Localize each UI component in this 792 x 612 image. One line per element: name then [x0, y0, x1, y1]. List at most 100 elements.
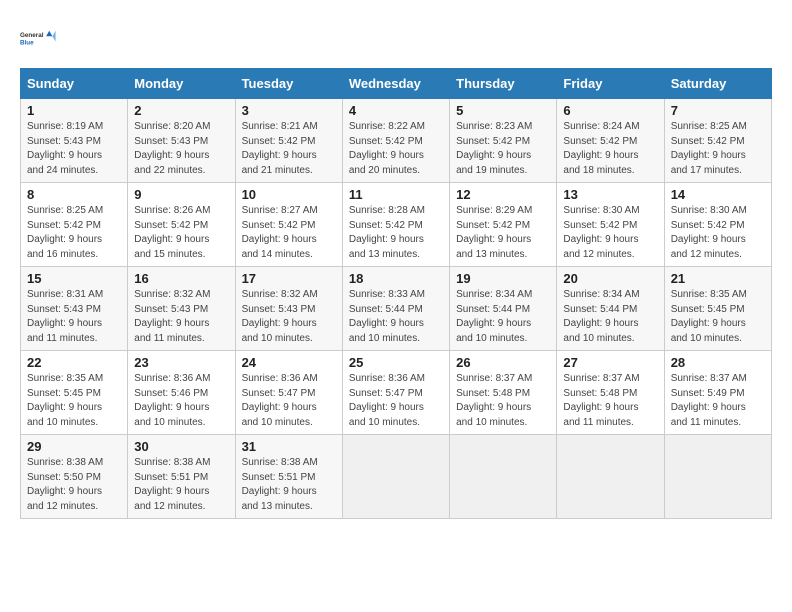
day-number: 2 [134, 103, 228, 118]
calendar-cell: 8 Sunrise: 8:25 AMSunset: 5:42 PMDaylight… [21, 183, 128, 267]
day-info: Sunrise: 8:30 AMSunset: 5:42 PMDaylight:… [563, 204, 657, 262]
day-info: Sunrise: 8:19 AMSunset: 5:43 PMDaylight:… [27, 120, 121, 178]
calendar-cell: 26 Sunrise: 8:37 AMSunset: 5:48 PMDayligh… [450, 351, 557, 435]
day-number: 10 [242, 187, 336, 202]
day-number: 26 [456, 355, 550, 370]
weekday-header-saturday: Saturday [664, 69, 771, 99]
calendar-cell: 24 Sunrise: 8:36 AMSunset: 5:47 PMDayligh… [235, 351, 342, 435]
calendar-cell: 5 Sunrise: 8:23 AMSunset: 5:42 PMDaylight… [450, 99, 557, 183]
day-number: 24 [242, 355, 336, 370]
day-number: 18 [349, 271, 443, 286]
day-number: 6 [563, 103, 657, 118]
calendar-cell: 25 Sunrise: 8:36 AMSunset: 5:47 PMDayligh… [342, 351, 449, 435]
day-info: Sunrise: 8:32 AMSunset: 5:43 PMDaylight:… [242, 288, 336, 346]
day-number: 30 [134, 439, 228, 454]
weekday-header-friday: Friday [557, 69, 664, 99]
calendar-cell: 31 Sunrise: 8:38 AMSunset: 5:51 PMDayligh… [235, 435, 342, 519]
calendar-cell [342, 435, 449, 519]
day-number: 14 [671, 187, 765, 202]
day-number: 22 [27, 355, 121, 370]
calendar-cell: 11 Sunrise: 8:28 AMSunset: 5:42 PMDayligh… [342, 183, 449, 267]
day-number: 28 [671, 355, 765, 370]
day-number: 17 [242, 271, 336, 286]
day-info: Sunrise: 8:38 AMSunset: 5:50 PMDaylight:… [27, 456, 121, 514]
svg-text:Blue: Blue [20, 39, 34, 46]
calendar-cell: 1Sunrise: 8:19 AMSunset: 5:43 PMDaylight… [21, 99, 128, 183]
day-info: Sunrise: 8:25 AMSunset: 5:42 PMDaylight:… [27, 204, 121, 262]
calendar-week-5: 29 Sunrise: 8:38 AMSunset: 5:50 PMDayligh… [21, 435, 772, 519]
day-number: 13 [563, 187, 657, 202]
svg-text:General: General [20, 32, 44, 39]
day-number: 8 [27, 187, 121, 202]
day-info: Sunrise: 8:24 AMSunset: 5:42 PMDaylight:… [563, 120, 657, 178]
calendar-cell [557, 435, 664, 519]
weekday-header-tuesday: Tuesday [235, 69, 342, 99]
day-number: 12 [456, 187, 550, 202]
day-info: Sunrise: 8:28 AMSunset: 5:42 PMDaylight:… [349, 204, 443, 262]
weekday-header-monday: Monday [128, 69, 235, 99]
day-info: Sunrise: 8:27 AMSunset: 5:42 PMDaylight:… [242, 204, 336, 262]
day-info: Sunrise: 8:30 AMSunset: 5:42 PMDaylight:… [671, 204, 765, 262]
calendar-cell [664, 435, 771, 519]
day-number: 20 [563, 271, 657, 286]
day-number: 9 [134, 187, 228, 202]
weekday-header-thursday: Thursday [450, 69, 557, 99]
calendar-cell: 9Sunrise: 8:26 AMSunset: 5:42 PMDaylight… [128, 183, 235, 267]
day-info: Sunrise: 8:23 AMSunset: 5:42 PMDaylight:… [456, 120, 550, 178]
calendar-cell: 14 Sunrise: 8:30 AMSunset: 5:42 PMDayligh… [664, 183, 771, 267]
day-info: Sunrise: 8:37 AMSunset: 5:48 PMDaylight:… [456, 372, 550, 430]
calendar-week-3: 15Sunrise: 8:31 AMSunset: 5:43 PMDayligh… [21, 267, 772, 351]
day-info: Sunrise: 8:36 AMSunset: 5:47 PMDaylight:… [242, 372, 336, 430]
calendar-cell: 20 Sunrise: 8:34 AMSunset: 5:44 PMDayligh… [557, 267, 664, 351]
calendar-cell [450, 435, 557, 519]
day-info: Sunrise: 8:20 AMSunset: 5:43 PMDaylight:… [134, 120, 228, 178]
day-info: Sunrise: 8:35 AMSunset: 5:45 PMDaylight:… [671, 288, 765, 346]
calendar-cell: 17 Sunrise: 8:32 AMSunset: 5:43 PMDayligh… [235, 267, 342, 351]
day-number: 21 [671, 271, 765, 286]
calendar-cell: 18 Sunrise: 8:33 AMSunset: 5:44 PMDayligh… [342, 267, 449, 351]
weekday-header-wednesday: Wednesday [342, 69, 449, 99]
calendar-week-2: 8 Sunrise: 8:25 AMSunset: 5:42 PMDaylight… [21, 183, 772, 267]
calendar-cell: 22 Sunrise: 8:35 AMSunset: 5:45 PMDayligh… [21, 351, 128, 435]
day-info: Sunrise: 8:21 AMSunset: 5:42 PMDaylight:… [242, 120, 336, 178]
calendar-cell: 28Sunrise: 8:37 AMSunset: 5:49 PMDayligh… [664, 351, 771, 435]
day-info: Sunrise: 8:25 AMSunset: 5:42 PMDaylight:… [671, 120, 765, 178]
calendar-cell: 23 Sunrise: 8:36 AMSunset: 5:46 PMDayligh… [128, 351, 235, 435]
calendar-cell: 13 Sunrise: 8:30 AMSunset: 5:42 PMDayligh… [557, 183, 664, 267]
day-number: 11 [349, 187, 443, 202]
day-number: 5 [456, 103, 550, 118]
logo: General Blue [20, 20, 56, 56]
day-number: 16 [134, 271, 228, 286]
day-number: 19 [456, 271, 550, 286]
calendar-cell: 19Sunrise: 8:34 AMSunset: 5:44 PMDayligh… [450, 267, 557, 351]
day-number: 25 [349, 355, 443, 370]
calendar-cell: 21 Sunrise: 8:35 AMSunset: 5:45 PMDayligh… [664, 267, 771, 351]
calendar-week-4: 22 Sunrise: 8:35 AMSunset: 5:45 PMDayligh… [21, 351, 772, 435]
day-info: Sunrise: 8:32 AMSunset: 5:43 PMDaylight:… [134, 288, 228, 346]
day-number: 31 [242, 439, 336, 454]
day-info: Sunrise: 8:34 AMSunset: 5:44 PMDaylight:… [563, 288, 657, 346]
day-info: Sunrise: 8:37 AMSunset: 5:48 PMDaylight:… [563, 372, 657, 430]
day-info: Sunrise: 8:22 AMSunset: 5:42 PMDaylight:… [349, 120, 443, 178]
day-number: 23 [134, 355, 228, 370]
day-info: Sunrise: 8:33 AMSunset: 5:44 PMDaylight:… [349, 288, 443, 346]
calendar-cell: 3Sunrise: 8:21 AMSunset: 5:42 PMDaylight… [235, 99, 342, 183]
day-number: 27 [563, 355, 657, 370]
day-number: 29 [27, 439, 121, 454]
day-info: Sunrise: 8:38 AMSunset: 5:51 PMDaylight:… [242, 456, 336, 514]
calendar-cell: 4 Sunrise: 8:22 AMSunset: 5:42 PMDaylight… [342, 99, 449, 183]
day-info: Sunrise: 8:31 AMSunset: 5:43 PMDaylight:… [27, 288, 121, 346]
calendar-cell: 6 Sunrise: 8:24 AMSunset: 5:42 PMDaylight… [557, 99, 664, 183]
day-info: Sunrise: 8:36 AMSunset: 5:46 PMDaylight:… [134, 372, 228, 430]
day-info: Sunrise: 8:35 AMSunset: 5:45 PMDaylight:… [27, 372, 121, 430]
calendar-cell: 10 Sunrise: 8:27 AMSunset: 5:42 PMDayligh… [235, 183, 342, 267]
calendar-cell: 29 Sunrise: 8:38 AMSunset: 5:50 PMDayligh… [21, 435, 128, 519]
day-number: 4 [349, 103, 443, 118]
calendar-cell: 12Sunrise: 8:29 AMSunset: 5:42 PMDayligh… [450, 183, 557, 267]
calendar-cell: 15Sunrise: 8:31 AMSunset: 5:43 PMDayligh… [21, 267, 128, 351]
calendar-cell: 7 Sunrise: 8:25 AMSunset: 5:42 PMDaylight… [664, 99, 771, 183]
calendar-cell: 16 Sunrise: 8:32 AMSunset: 5:43 PMDayligh… [128, 267, 235, 351]
weekday-header-sunday: Sunday [21, 69, 128, 99]
day-info: Sunrise: 8:36 AMSunset: 5:47 PMDaylight:… [349, 372, 443, 430]
day-number: 7 [671, 103, 765, 118]
